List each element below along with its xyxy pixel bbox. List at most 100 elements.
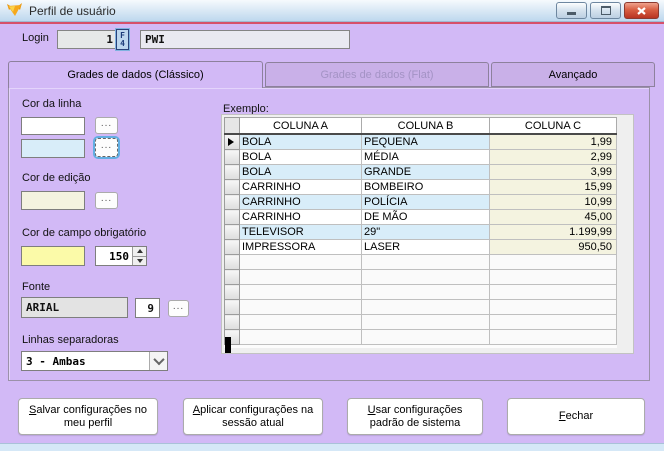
row-selector[interactable] bbox=[224, 209, 240, 225]
login-code-field[interactable]: 1 bbox=[57, 30, 117, 49]
table-cell[interactable]: 29" bbox=[361, 224, 490, 240]
button-label: Usar configurações padrão de sistema bbox=[367, 403, 463, 429]
table-cell[interactable]: CARRINHO bbox=[239, 179, 362, 195]
minimize-button[interactable] bbox=[556, 2, 587, 19]
table-cell[interactable]: CARRINHO bbox=[239, 194, 362, 210]
table-cell[interactable] bbox=[361, 254, 490, 270]
row-selector[interactable] bbox=[224, 269, 240, 285]
row-selector[interactable] bbox=[224, 239, 240, 255]
table-empty-row bbox=[224, 269, 617, 285]
table-cell[interactable] bbox=[361, 329, 490, 345]
table-cell[interactable]: LASER bbox=[361, 239, 490, 255]
use-system-defaults-button[interactable]: Usar configurações padrão de sistema bbox=[347, 398, 483, 435]
line-color-swatch-1[interactable] bbox=[21, 117, 85, 135]
table-cell[interactable]: IMPRESSORA bbox=[239, 239, 362, 255]
required-color-spinner[interactable]: 150 bbox=[95, 246, 147, 266]
table-header-row: COLUNA A COLUNA B COLUNA C bbox=[224, 117, 617, 135]
table-cell[interactable] bbox=[239, 299, 362, 315]
table-cell[interactable] bbox=[361, 284, 490, 300]
table-cell[interactable] bbox=[361, 299, 490, 315]
table-cell[interactable]: 950,50 bbox=[489, 239, 617, 255]
table-cell[interactable] bbox=[361, 314, 490, 330]
table-cell[interactable]: GRANDE bbox=[361, 164, 490, 180]
row-selector[interactable] bbox=[224, 194, 240, 210]
table-cell[interactable] bbox=[239, 314, 362, 330]
edit-color-label: Cor de edição bbox=[22, 172, 91, 184]
separator-lines-dropdown[interactable]: 3 - Ambas bbox=[21, 351, 168, 371]
table-cell[interactable]: DE MÃO bbox=[361, 209, 490, 225]
table-cell[interactable]: CARRINHO bbox=[239, 209, 362, 225]
required-color-swatch[interactable] bbox=[21, 246, 85, 266]
button-label: Salvar configurações no meu perfil bbox=[28, 403, 148, 429]
table-cell[interactable] bbox=[489, 254, 617, 270]
table-cell[interactable]: MÉDIA bbox=[361, 149, 490, 165]
login-name-field[interactable]: PWI bbox=[140, 30, 350, 49]
table-cell[interactable]: 15,99 bbox=[489, 179, 617, 195]
table-row: TELEVISOR 29" 1.199,99 bbox=[224, 224, 617, 240]
column-header[interactable]: COLUNA C bbox=[489, 117, 617, 135]
table-cell[interactable] bbox=[239, 329, 362, 345]
table-cell[interactable]: POLÍCIA bbox=[361, 194, 490, 210]
row-selector[interactable] bbox=[224, 284, 240, 300]
apply-session-button[interactable]: Aplicar configurações na sessão atual bbox=[183, 398, 323, 435]
row-selector[interactable] bbox=[224, 179, 240, 195]
tab-avancado[interactable]: Avançado bbox=[491, 62, 655, 87]
edit-color-swatch[interactable] bbox=[21, 191, 85, 210]
table-cell[interactable]: 3,99 bbox=[489, 164, 617, 180]
tab-grades-flat[interactable]: Grades de dados (Flat) bbox=[265, 62, 489, 87]
table-row: BOLA PEQUENA 1,99 bbox=[224, 133, 617, 150]
separator-lines-label: Linhas separadoras bbox=[22, 334, 119, 346]
font-size-field[interactable]: 9 bbox=[135, 298, 160, 318]
line-color-browse-1[interactable]: ... bbox=[95, 117, 118, 134]
table-cell[interactable]: PEQUENA bbox=[361, 133, 490, 150]
row-selector[interactable] bbox=[224, 254, 240, 270]
table-cell[interactable] bbox=[489, 329, 617, 345]
login-lookup-button[interactable]: F 4 bbox=[116, 29, 129, 50]
font-name-field[interactable]: ARIAL bbox=[21, 297, 128, 318]
spinner-value: 150 bbox=[109, 249, 129, 263]
edit-color-browse[interactable]: ... bbox=[95, 192, 118, 209]
table-cell[interactable]: 10,99 bbox=[489, 194, 617, 210]
table-cell[interactable] bbox=[489, 269, 617, 285]
column-header[interactable]: COLUNA A bbox=[239, 117, 362, 135]
table-cell[interactable]: 45,00 bbox=[489, 209, 617, 225]
row-selector-current[interactable] bbox=[224, 133, 240, 150]
tab-grades-classico[interactable]: Grades de dados (Clássico) bbox=[8, 61, 263, 88]
selector-header-cell bbox=[224, 117, 240, 135]
row-selector[interactable] bbox=[224, 164, 240, 180]
font-browse-button[interactable]: ... bbox=[168, 300, 189, 317]
table-cell[interactable] bbox=[239, 269, 362, 285]
table-cell[interactable]: BOLA bbox=[239, 164, 362, 180]
spinner-up-button[interactable] bbox=[133, 247, 146, 256]
table-cell[interactable] bbox=[239, 254, 362, 270]
table-cell[interactable]: BOLA bbox=[239, 133, 362, 150]
table-cell[interactable]: TELEVISOR bbox=[239, 224, 362, 240]
close-button[interactable] bbox=[624, 2, 659, 19]
table-cell[interactable]: 1.199,99 bbox=[489, 224, 617, 240]
line-color-browse-2[interactable]: ... bbox=[95, 138, 118, 157]
save-profile-button[interactable]: Salvar configurações no meu perfil bbox=[18, 398, 158, 435]
dropdown-button[interactable] bbox=[149, 352, 167, 370]
table-row: BOLA MÉDIA 2,99 bbox=[224, 149, 617, 165]
row-selector[interactable] bbox=[224, 224, 240, 240]
titlebar[interactable]: Perfil de usuário bbox=[0, 0, 664, 22]
row-selector[interactable] bbox=[224, 314, 240, 330]
table-cell[interactable] bbox=[239, 284, 362, 300]
spinner-down-button[interactable] bbox=[133, 255, 146, 265]
table-cell[interactable] bbox=[361, 269, 490, 285]
row-selector[interactable] bbox=[224, 149, 240, 165]
table-cell[interactable] bbox=[489, 284, 617, 300]
table-cell[interactable]: 1,99 bbox=[489, 133, 617, 150]
close-form-button[interactable]: Fechar bbox=[507, 398, 645, 435]
column-header[interactable]: COLUNA B bbox=[361, 117, 490, 135]
table-cell[interactable] bbox=[489, 314, 617, 330]
table-cell[interactable]: BOLA bbox=[239, 149, 362, 165]
table-cell[interactable]: 2,99 bbox=[489, 149, 617, 165]
table-cell[interactable] bbox=[489, 299, 617, 315]
maximize-button[interactable] bbox=[590, 2, 621, 19]
table-cell[interactable]: BOMBEIRO bbox=[361, 179, 490, 195]
row-selector[interactable] bbox=[224, 299, 240, 315]
minimize-icon bbox=[567, 11, 576, 15]
foxpro-icon bbox=[6, 3, 23, 18]
line-color-swatch-2[interactable] bbox=[21, 139, 85, 158]
